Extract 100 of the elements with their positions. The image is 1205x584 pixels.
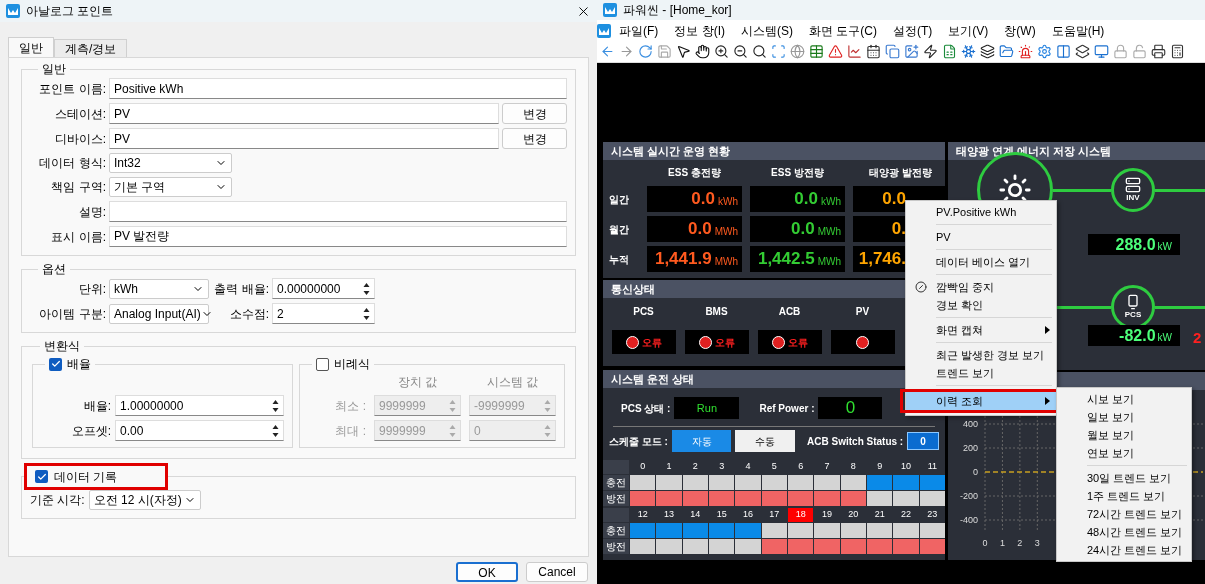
globe-icon[interactable] <box>790 44 805 59</box>
search-icon[interactable] <box>752 44 767 59</box>
menu-item[interactable]: 보기(V) <box>940 21 997 40</box>
device-label: PCS <box>633 305 654 319</box>
calculator-icon[interactable] <box>1170 44 1185 59</box>
field-label: 단위: <box>77 280 106 298</box>
field-label: 소수점: <box>228 305 269 323</box>
menu-item[interactable]: 이력 조회 <box>906 392 1056 410</box>
cancel-button[interactable]: Cancel <box>526 562 588 582</box>
menu-item[interactable]: 화면 캡쳐 <box>906 321 1056 339</box>
folder-icon[interactable] <box>999 44 1014 59</box>
line-chart-icon[interactable] <box>847 44 862 59</box>
printer-icon[interactable] <box>1151 44 1166 59</box>
change-button[interactable]: 변경 <box>502 103 567 124</box>
checkbox-label: 비례식 <box>334 356 370 373</box>
value-text: 1,746. <box>858 249 906 269</box>
unit-text: MWh <box>817 225 841 239</box>
value-text: 1,441.9 <box>654 249 712 269</box>
menu-item[interactable]: 30일 트렌드 보기 <box>1057 469 1191 487</box>
spin-field[interactable]: 1.00000000 <box>115 395 284 416</box>
menu-item[interactable]: 경보 확인 <box>906 296 1056 314</box>
tab[interactable]: 계측/경보 <box>54 39 128 57</box>
text-field[interactable]: PV <box>109 128 499 149</box>
menu-item[interactable]: 72시간 트렌드 보기 <box>1057 505 1191 523</box>
node-label: PCS <box>1124 310 1142 320</box>
spreadsheet-icon[interactable] <box>942 44 957 59</box>
forward-arrow-icon[interactable] <box>619 44 634 59</box>
field-label: 최대 : <box>334 422 366 440</box>
menu-item[interactable]: 도움말(H) <box>1043 21 1113 40</box>
status-text: 오류 <box>641 335 662 350</box>
text-field[interactable] <box>109 201 567 222</box>
checkbox[interactable] <box>316 357 329 371</box>
mode-button[interactable]: 자동 <box>671 430 732 452</box>
layers-icon[interactable] <box>980 44 995 59</box>
dropdown[interactable]: 오전 12 시(자정) <box>88 490 201 510</box>
unit-text: MWh <box>714 225 738 239</box>
columns-icon[interactable] <box>1056 44 1071 59</box>
hand-icon[interactable] <box>695 44 710 59</box>
field-label: 아이템 구분: <box>38 305 106 323</box>
calendar-icon[interactable] <box>866 44 881 59</box>
menu-item[interactable]: 정보 창(I) <box>666 21 733 40</box>
table-icon[interactable] <box>809 44 824 59</box>
menu-item[interactable]: PV.Positive kWh <box>906 203 1056 221</box>
menu-item[interactable]: 시보 보기 <box>1057 390 1191 408</box>
axis-tick-label: 2 <box>1017 538 1023 548</box>
settings-icon[interactable] <box>1037 44 1052 59</box>
dropdown[interactable]: 기본 구역 <box>109 177 232 197</box>
pointer-icon[interactable] <box>676 44 691 59</box>
menu-item[interactable]: 48시간 트렌드 보기 <box>1057 523 1191 541</box>
image-icon[interactable] <box>904 44 919 59</box>
value-text: 0.0 <box>794 189 818 209</box>
spin-field[interactable]: 0.00 <box>115 420 284 441</box>
row-label: 충전 <box>603 523 629 538</box>
menu-item[interactable]: 24시간 트렌드 보기 <box>1057 541 1191 559</box>
text-field[interactable]: PV <box>109 103 499 124</box>
dropdown[interactable]: Analog Input(AI) <box>109 303 209 324</box>
zoom-in-icon[interactable] <box>714 44 729 59</box>
checkbox[interactable] <box>35 470 48 483</box>
axis-tick-label: 0 <box>973 467 978 477</box>
menu-item[interactable]: 파일(F) <box>611 21 667 40</box>
spin-arrows-icon <box>544 423 551 438</box>
snowflake-icon[interactable] <box>961 44 976 59</box>
tab[interactable]: 일반 <box>8 37 54 57</box>
spin-field[interactable]: 2 <box>272 303 375 324</box>
warning-icon[interactable] <box>828 44 843 59</box>
menu-item[interactable]: 화면 도구(C) <box>801 21 885 40</box>
refresh-icon[interactable] <box>638 44 653 59</box>
menu-item[interactable]: 일보 보기 <box>1057 408 1191 426</box>
siren-icon[interactable] <box>1018 44 1033 59</box>
field-label: Ref Power : <box>759 401 815 416</box>
menu-item[interactable]: 창(W) <box>996 21 1044 40</box>
ok-button[interactable]: OK <box>456 562 518 582</box>
text-field[interactable]: PV 발전량 <box>109 226 567 247</box>
lightning-icon[interactable] <box>923 44 938 59</box>
status-text: 오류 <box>714 335 735 350</box>
monitor-icon[interactable] <box>1094 44 1109 59</box>
zoom-out-icon[interactable] <box>733 44 748 59</box>
axis-tick-label: 1 <box>999 538 1005 548</box>
row-label: 일간 <box>609 192 630 207</box>
checkbox[interactable] <box>49 357 62 371</box>
change-button[interactable]: 변경 <box>502 128 567 149</box>
menu-item[interactable]: 1주 트렌드 보기 <box>1057 487 1191 505</box>
menu-item[interactable]: 설정(T) <box>885 21 941 40</box>
text-field[interactable]: Positive kWh <box>109 78 567 99</box>
copy-icon[interactable] <box>885 44 900 59</box>
menu-item[interactable]: 최근 발생한 경보 보기 <box>906 346 1056 364</box>
menu-item[interactable]: 연보 보기 <box>1057 444 1191 462</box>
group-title: 변환식 <box>43 338 81 355</box>
column-header: ESS 방전량 <box>770 166 825 180</box>
mode-button[interactable]: 수동 <box>735 430 796 452</box>
menu-item[interactable]: PV <box>906 228 1056 246</box>
menu-item[interactable]: 시스템(S) <box>733 21 801 40</box>
menu-item[interactable]: 데이터 베이스 열기 <box>906 253 1056 271</box>
spin-field[interactable]: 0.00000000 <box>272 278 375 299</box>
spin-arrows-icon <box>544 398 551 413</box>
dropdown[interactable]: kWh <box>109 278 209 299</box>
panel-header: 시스템 실시간 운영 현황 <box>603 142 945 160</box>
spin-arrows-icon <box>272 398 279 413</box>
dropdown[interactable]: Int32 <box>109 153 232 173</box>
menu-item[interactable]: 월보 보기 <box>1057 426 1191 444</box>
